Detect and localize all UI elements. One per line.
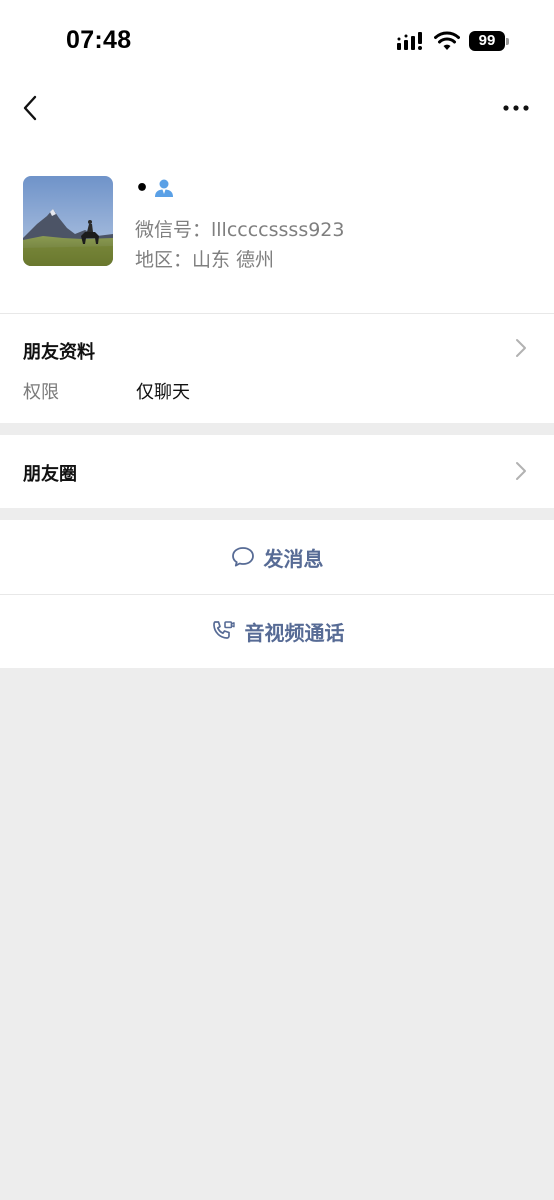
send-message-label: 发消息 <box>263 546 324 571</box>
region: 地区：山东 德州 <box>135 249 275 271</box>
ellipsis-icon[interactable] <box>500 98 532 118</box>
send-message-button[interactable]: 发消息 <box>0 520 554 594</box>
phone-video-icon <box>212 621 235 639</box>
friend-info-title: 朋友资料 <box>23 342 95 363</box>
actions-section: 发消息 音视频通话 <box>0 520 554 668</box>
battery-indicator: 99 <box>469 31 505 51</box>
chat-bubble-icon <box>231 547 254 567</box>
nav-bar <box>0 78 554 138</box>
wechat-id: 微信号：lllccccssss923 <box>135 219 345 241</box>
profile-header: • 微信号：lllccccssss923 地区：山东 德州 <box>0 138 554 314</box>
battery-cap <box>506 38 509 45</box>
moments-row[interactable]: 朋友圈 <box>0 435 554 508</box>
status-time: 07:48 <box>66 26 132 54</box>
chevron-right-icon <box>516 339 526 357</box>
chevron-right-icon <box>516 462 526 480</box>
voice-video-call-button[interactable]: 音视频通话 <box>0 594 554 668</box>
moments-title: 朋友圈 <box>23 464 77 485</box>
voice-video-call-label: 音视频通话 <box>244 620 345 645</box>
name-row: • <box>135 176 173 202</box>
signal-icon <box>397 32 422 50</box>
contact-person-icon <box>155 179 173 197</box>
status-bar: 07:48 99 <box>0 0 554 78</box>
friend-info-section[interactable]: 朋友资料 权限 仅聊天 <box>0 314 554 423</box>
permission-value: 仅聊天 <box>136 382 190 403</box>
avatar[interactable] <box>23 176 113 266</box>
wifi-icon <box>434 31 460 50</box>
permission-label: 权限 <box>23 382 59 403</box>
contact-name: • <box>135 176 150 201</box>
chevron-left-icon[interactable] <box>18 92 44 124</box>
mountain-horse-rider-photo <box>23 176 113 266</box>
